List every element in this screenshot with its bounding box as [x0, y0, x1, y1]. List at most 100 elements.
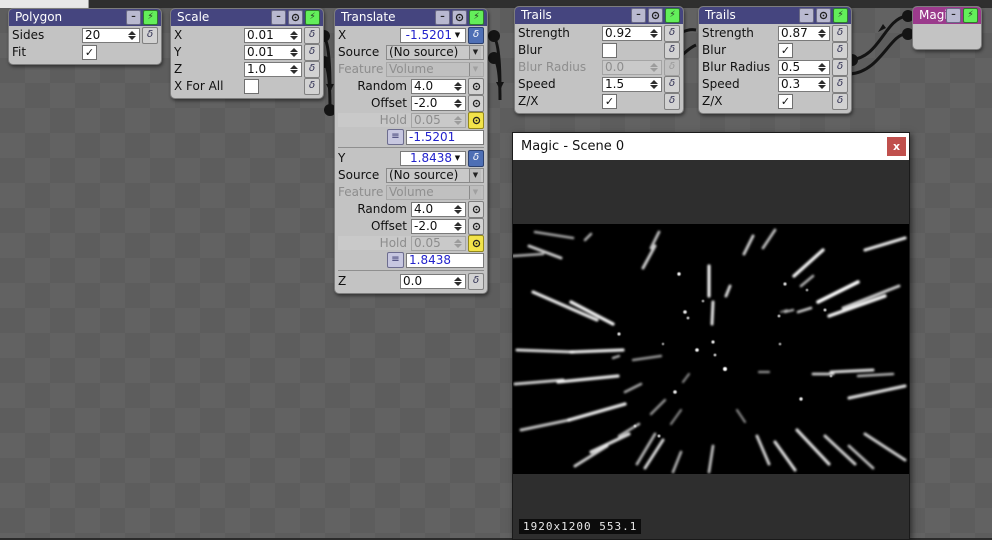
bolt-icon[interactable]: ⚡ — [469, 10, 484, 25]
bolt-icon[interactable]: ⚡ — [143, 10, 158, 25]
link-icon-scale-x[interactable]: δ — [304, 26, 320, 44]
reset-icon-y-hold[interactable] — [468, 234, 484, 252]
node-scale[interactable]: Scale – ⚡ X 0.01 δ Y 0.01 δ Z 1.0 δ X Fo… — [170, 8, 324, 99]
field-x-offset[interactable]: -2.0 — [411, 95, 466, 111]
bolt-icon[interactable]: ⚡ — [833, 8, 848, 23]
spinner-y-random[interactable] — [453, 203, 463, 216]
field-y-random[interactable]: 4.0 — [411, 201, 466, 217]
spinner-t2-strength[interactable] — [817, 27, 827, 40]
field-y-hold[interactable]: 0.05 — [411, 235, 466, 251]
link-icon-t2-strength[interactable]: δ — [832, 24, 848, 42]
spinner-x-random[interactable] — [453, 80, 463, 93]
node-polygon[interactable]: Polygon – ⚡ Sides 20 δ Fit ✓ — [8, 8, 162, 65]
bolt-icon[interactable]: ⚡ — [665, 8, 680, 23]
preview-window[interactable]: Magic - Scene 0 x 1920x1200 553.1 — [512, 132, 910, 540]
bolt-icon[interactable]: ⚡ — [963, 8, 978, 23]
node-translate-header[interactable]: Translate – ⚡ — [335, 9, 487, 26]
field-translate-z[interactable]: 0.0 — [400, 273, 466, 289]
field-t2-blur-radius[interactable]: 0.5 — [778, 59, 830, 75]
field-sides[interactable]: 20 — [82, 27, 140, 43]
field-x-hold[interactable]: 0.05 — [411, 112, 466, 128]
spinner-t1-speed[interactable] — [649, 78, 659, 91]
link-icon-t2-speed[interactable]: δ — [832, 75, 848, 93]
node-polygon-header[interactable]: Polygon – ⚡ — [9, 9, 161, 26]
spinner-sides[interactable] — [127, 29, 137, 42]
minimize-icon[interactable]: – — [126, 10, 141, 25]
link-icon-t1-blur[interactable]: δ — [664, 41, 680, 59]
field-scale-y[interactable]: 0.01 — [244, 44, 302, 60]
field-translate-y[interactable]: 1.8438 ▼ — [400, 150, 466, 166]
link-icon-translate-z[interactable]: δ — [468, 272, 484, 290]
link-icon-t2-blur[interactable]: δ — [832, 41, 848, 59]
link-icon-scale-y[interactable]: δ — [304, 43, 320, 61]
minimize-icon[interactable]: – — [631, 8, 646, 23]
chevron-down-icon[interactable]: ▼ — [469, 168, 481, 182]
link-icon-t1-zx[interactable]: δ — [664, 92, 680, 110]
link-icon-t2-blur-radius[interactable]: δ — [832, 58, 848, 76]
spinner-t2-blur-radius[interactable] — [817, 61, 827, 74]
node-scale-header[interactable]: Scale – ⚡ — [171, 9, 323, 26]
spinner-y-hold[interactable] — [453, 237, 463, 250]
spinner-t1-strength[interactable] — [649, 27, 659, 40]
equals-icon-x[interactable]: ≡ — [387, 129, 404, 145]
combo-x-source[interactable]: (No source) ▼ — [386, 44, 484, 60]
field-scale-x[interactable]: 0.01 — [244, 27, 302, 43]
field-y-result[interactable]: 1.8438 — [406, 252, 484, 268]
chevron-down-icon[interactable]: ▼ — [452, 152, 463, 165]
reset-icon-y-offset[interactable] — [468, 217, 484, 235]
field-t1-strength[interactable]: 0.92 — [602, 25, 662, 41]
checkbox-t2-zx[interactable]: ✓ — [778, 93, 793, 109]
chevron-down-icon[interactable]: ▼ — [452, 29, 463, 42]
close-icon[interactable]: x — [887, 137, 906, 156]
field-t1-speed[interactable]: 1.5 — [602, 76, 662, 92]
field-t2-speed[interactable]: 0.3 — [778, 76, 830, 92]
field-t2-strength[interactable]: 0.87 — [778, 25, 830, 41]
node-trails-2-header[interactable]: Trails – ⚡ — [699, 7, 851, 24]
combo-x-feature[interactable]: Volume ▼ — [386, 61, 484, 77]
reset-icon-y-random[interactable] — [468, 200, 484, 218]
reset-icon-x-hold[interactable] — [468, 111, 484, 129]
combo-y-source[interactable]: (No source) ▼ — [386, 167, 484, 183]
link-icon-x-for-all[interactable]: δ — [304, 77, 320, 95]
equals-icon-y[interactable]: ≡ — [387, 252, 404, 268]
combo-y-feature[interactable]: Volume ▼ — [386, 184, 484, 200]
reset-icon[interactable] — [816, 8, 831, 23]
minimize-icon[interactable]: – — [271, 10, 286, 25]
node-magic-header[interactable]: Magic – ⚡ — [913, 7, 981, 24]
link-icon-t1-speed[interactable]: δ — [664, 75, 680, 93]
reset-icon[interactable] — [452, 10, 467, 25]
bolt-icon[interactable]: ⚡ — [305, 10, 320, 25]
checkbox-t1-blur[interactable] — [602, 42, 617, 58]
minimize-icon[interactable]: – — [946, 8, 961, 23]
reset-icon-x-random[interactable] — [468, 77, 484, 95]
link-icon-translate-y[interactable]: δ — [468, 149, 484, 167]
spinner-t2-speed[interactable] — [817, 78, 827, 91]
link-icon-sides[interactable]: δ — [142, 26, 158, 44]
node-magic[interactable]: Magic – ⚡ — [912, 6, 982, 50]
node-trails-2[interactable]: Trails – ⚡ Strength 0.87 δ Blur ✓ δ Blur… — [698, 6, 852, 114]
field-translate-x[interactable]: -1.5201 ▼ — [400, 27, 466, 43]
node-translate[interactable]: Translate – ⚡ X -1.5201 ▼ δ Source (No s… — [334, 8, 488, 294]
node-trails-1[interactable]: Trails – ⚡ Strength 0.92 δ Blur δ Blur R… — [514, 6, 684, 114]
minimize-icon[interactable]: – — [435, 10, 450, 25]
spinner-x-offset[interactable] — [453, 97, 463, 110]
link-icon-translate-x[interactable]: δ — [468, 26, 484, 44]
field-x-result[interactable]: -1.5201 — [406, 129, 484, 145]
spinner-translate-z[interactable] — [453, 275, 463, 288]
field-y-offset[interactable]: -2.0 — [411, 218, 466, 234]
link-icon-t2-zx[interactable]: δ — [832, 92, 848, 110]
field-scale-z[interactable]: 1.0 — [244, 61, 302, 77]
field-x-random[interactable]: 4.0 — [411, 78, 466, 94]
reset-icon-x-offset[interactable] — [468, 94, 484, 112]
checkbox-x-for-all[interactable] — [244, 78, 259, 94]
spinner-x-hold[interactable] — [453, 114, 463, 127]
checkbox-t1-zx[interactable]: ✓ — [602, 93, 617, 109]
node-trails-1-header[interactable]: Trails – ⚡ — [515, 7, 683, 24]
spinner-scale-z[interactable] — [289, 63, 299, 76]
checkbox-t2-blur[interactable]: ✓ — [778, 42, 793, 58]
spinner-scale-x[interactable] — [289, 29, 299, 42]
link-icon-scale-z[interactable]: δ — [304, 60, 320, 78]
reset-icon[interactable] — [648, 8, 663, 23]
minimize-icon[interactable]: – — [799, 8, 814, 23]
chevron-down-icon[interactable]: ▼ — [469, 45, 481, 59]
